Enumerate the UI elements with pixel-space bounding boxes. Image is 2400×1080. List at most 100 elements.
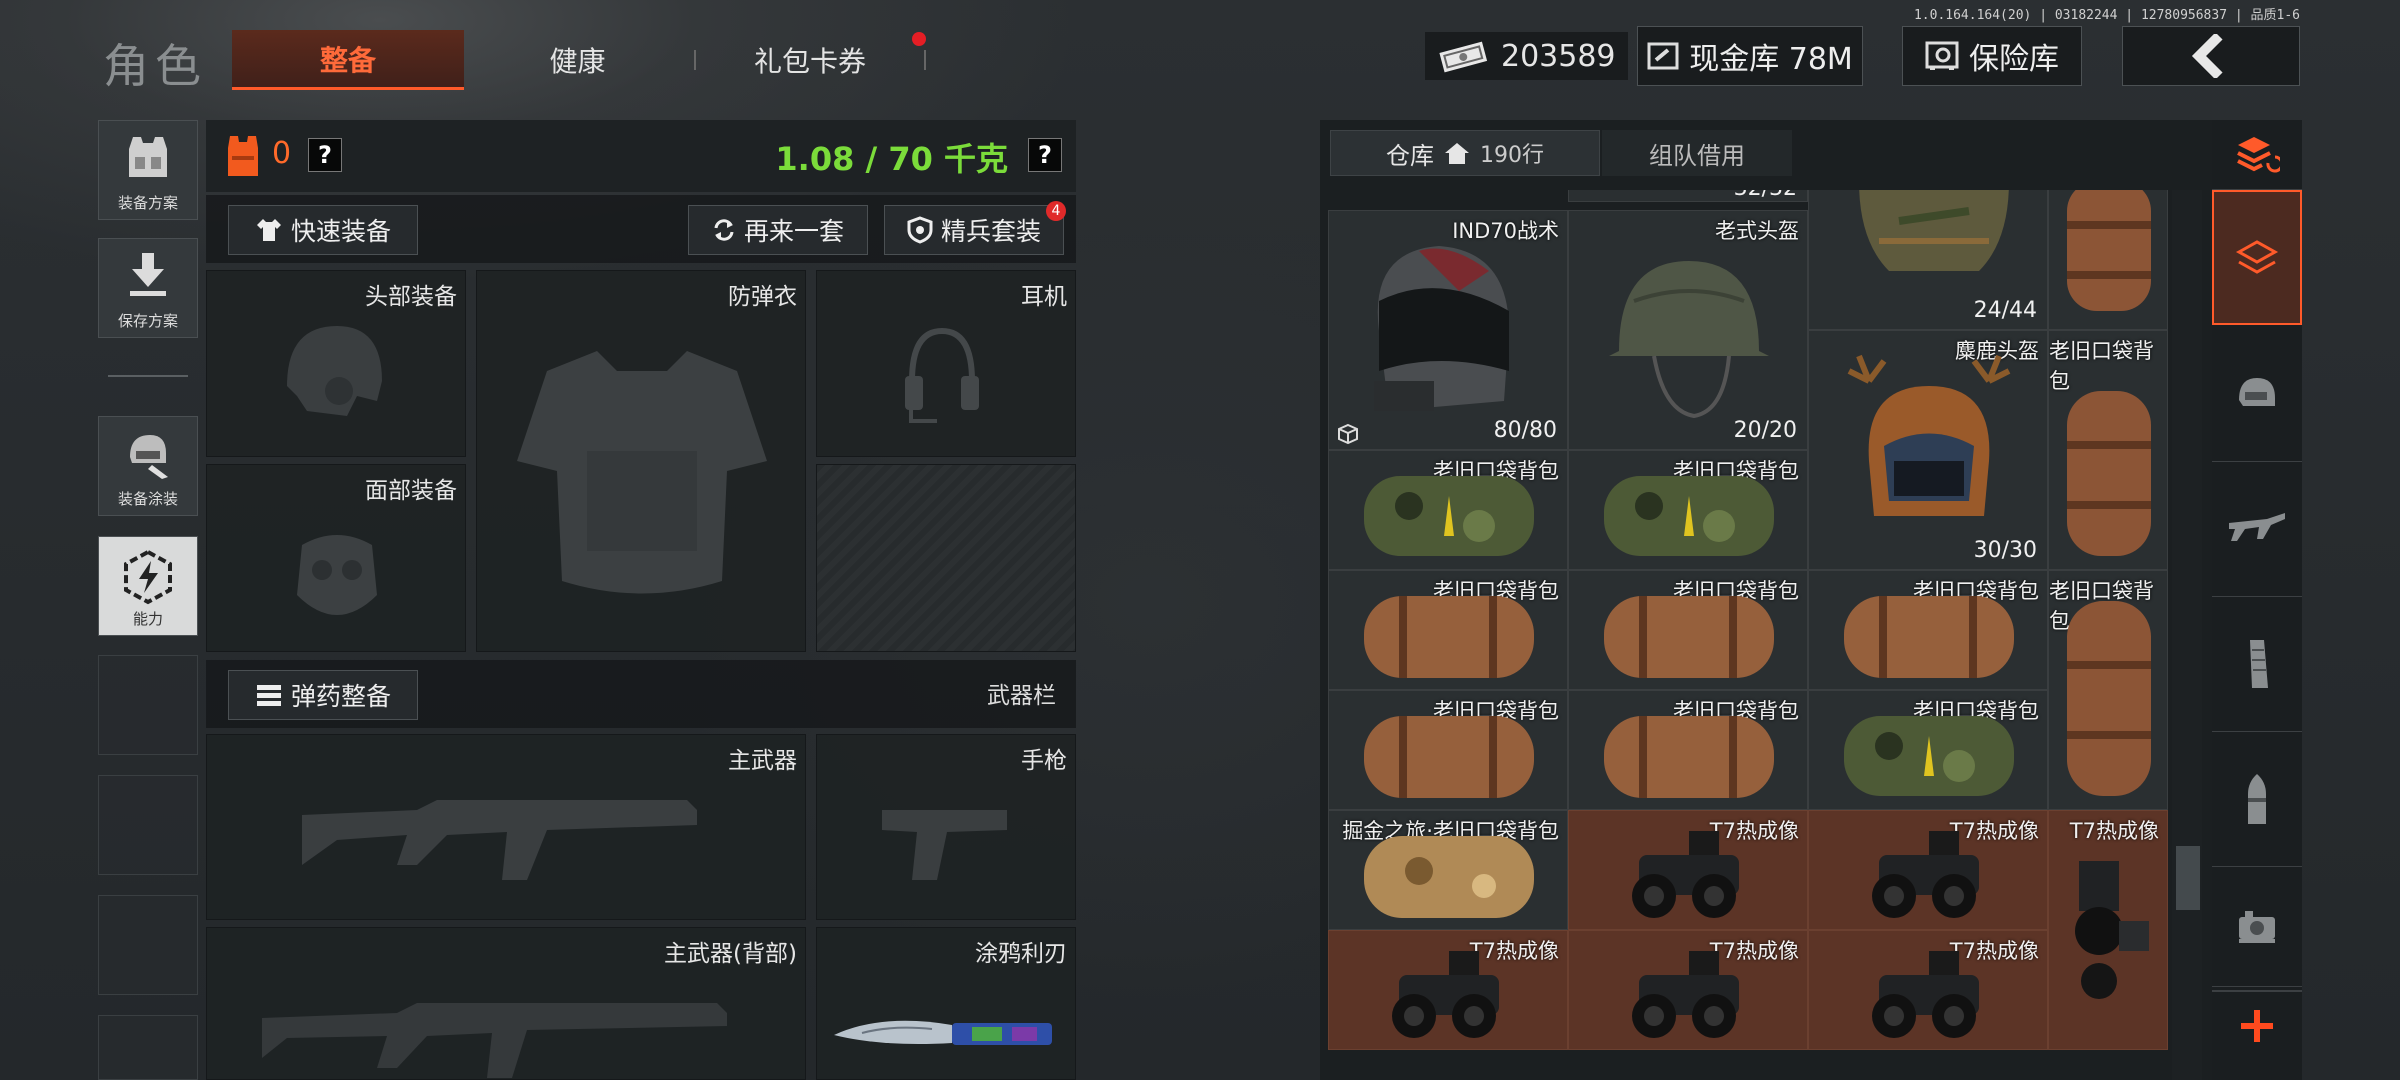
item-cell[interactable]: IND70战术 80/80 bbox=[1328, 210, 1568, 450]
item-cell[interactable]: 24/44 bbox=[1808, 190, 2048, 330]
back-button[interactable] bbox=[2122, 26, 2300, 86]
currency-display: 203589 bbox=[1425, 32, 1628, 80]
ability-icon bbox=[124, 549, 172, 605]
thermal-scope-icon bbox=[1632, 951, 1739, 1038]
item-cell[interactable]: 老旧口袋背包 bbox=[1328, 690, 1568, 810]
thermal-scope-icon bbox=[2075, 861, 2149, 999]
item-cell[interactable]: 老旧口袋背包 bbox=[1808, 570, 2048, 690]
equipment-skin-button[interactable]: 装备涂装 bbox=[98, 416, 198, 516]
loadout-plan-button[interactable]: 装备方案 bbox=[98, 120, 198, 220]
tab-team-borrow[interactable]: 组队借用 bbox=[1602, 130, 1792, 176]
notification-dot bbox=[912, 32, 926, 46]
package-icon bbox=[1338, 423, 1358, 445]
item-cell[interactable]: T7热成像 bbox=[1808, 810, 2048, 930]
safe-box-button[interactable]: 保险库 bbox=[1902, 26, 2082, 86]
ammo-icon bbox=[256, 685, 281, 706]
camo-bag-icon bbox=[1844, 716, 2014, 796]
cash-vault-button[interactable]: 现金库 78M bbox=[1637, 26, 1863, 86]
primary-weapon-slot[interactable]: 主武器 bbox=[206, 734, 806, 920]
warehouse-rows: 190行 bbox=[1480, 143, 1544, 168]
loadout-status-bar: 0 ? 1.08 / 70 千克 ? bbox=[206, 120, 1076, 192]
head-gear-slot[interactable]: 头部装备 bbox=[206, 270, 466, 457]
filter-rifle-button[interactable] bbox=[2212, 462, 2302, 597]
tab-warehouse[interactable]: 仓库 190行 bbox=[1330, 130, 1600, 176]
help-button[interactable]: ? bbox=[308, 138, 342, 172]
vest-count: 0 bbox=[272, 136, 292, 171]
knife-slot[interactable]: 涂鸦利刃 bbox=[816, 927, 1076, 1080]
item-cell[interactable]: 老旧口袋背包 bbox=[1328, 450, 1568, 570]
slot-label: 主武器(背部) bbox=[664, 941, 797, 967]
item-cell[interactable]: 老旧口袋背包 bbox=[2048, 330, 2168, 570]
item-cell[interactable]: 老旧口袋背包 bbox=[1568, 690, 1808, 810]
slot-label: 面部装备 bbox=[365, 478, 457, 504]
warehouse-grid: 32/32 IND70战术 80/80 老式头盔 20/20 24/44 麋鹿头… bbox=[1328, 190, 2168, 1080]
stack-refresh-icon bbox=[2237, 136, 2280, 172]
slot-label: 防弹衣 bbox=[728, 284, 797, 310]
camo-bag-icon bbox=[1604, 476, 1774, 556]
add-button[interactable] bbox=[2212, 990, 2302, 1060]
orange-vest-icon bbox=[228, 136, 258, 176]
item-cell[interactable]: T7热成像 bbox=[1568, 810, 1808, 930]
refresh-layers-button[interactable] bbox=[2212, 120, 2302, 190]
item-cell[interactable]: 32/32 bbox=[1568, 190, 1808, 202]
item-cell[interactable]: 麋鹿头盔 30/30 bbox=[1808, 330, 2048, 570]
empty-nav-slot bbox=[98, 1015, 198, 1080]
elite-set-button[interactable]: 精兵套装 bbox=[884, 205, 1064, 255]
tall-bag-icon bbox=[2067, 391, 2151, 556]
item-cell[interactable]: T7热成像 bbox=[1808, 930, 2048, 1050]
tab-separator bbox=[924, 50, 926, 70]
currency-amount: 203589 bbox=[1501, 38, 1616, 74]
item-cell[interactable]: 老旧口袋背包 bbox=[1568, 570, 1808, 690]
ammo-prep-button[interactable]: 弹药整备 bbox=[228, 670, 418, 720]
item-cell[interactable]: T7热成像 bbox=[1568, 930, 1808, 1050]
elk-helmet-icon bbox=[1847, 354, 2011, 516]
safe-icon bbox=[1925, 41, 1959, 70]
camo-bag-icon bbox=[1364, 476, 1534, 556]
item-cell[interactable]: 老旧口袋背包 bbox=[1328, 570, 1568, 690]
item-cell[interactable]: 老旧口袋背包 bbox=[1808, 690, 2048, 810]
scrollbar-thumb[interactable] bbox=[2176, 846, 2200, 910]
pistol-silhouette-icon bbox=[882, 810, 1007, 880]
warehouse-scrollbar[interactable] bbox=[2172, 190, 2202, 1080]
bullet-filter-icon bbox=[2248, 774, 2266, 824]
face-gear-slot[interactable]: 面部装备 bbox=[206, 464, 466, 652]
back-arrow-icon bbox=[2191, 34, 2223, 78]
tab-equip[interactable]: 整备 bbox=[232, 30, 464, 90]
body-armor-slot[interactable]: 防弹衣 bbox=[476, 270, 806, 652]
nav-label: 装备方案 bbox=[117, 194, 178, 212]
brown-bag-icon bbox=[1604, 716, 1774, 798]
tab-health[interactable]: 健康 bbox=[470, 30, 685, 90]
headset-slot[interactable]: 耳机 bbox=[816, 270, 1076, 457]
filter-magazine-button[interactable] bbox=[2212, 597, 2302, 732]
ability-button[interactable]: 能力 bbox=[98, 536, 198, 636]
tall-bag-icon bbox=[2067, 190, 2151, 311]
item-count: 24/44 bbox=[1973, 298, 2037, 323]
item-cell[interactable]: 掘金之旅·老旧口袋背包 bbox=[1328, 810, 1568, 930]
save-plan-button[interactable]: 保存方案 bbox=[98, 238, 198, 338]
filter-ammo-button[interactable] bbox=[2212, 732, 2302, 867]
primary-weapon-back-slot[interactable]: 主武器(背部) bbox=[206, 927, 806, 1080]
again-set-button[interactable]: 再来一套 bbox=[688, 205, 868, 255]
empty-nav-slot bbox=[98, 655, 198, 755]
slot-label: 耳机 bbox=[1021, 284, 1067, 310]
quick-equip-label: 快速装备 bbox=[290, 217, 391, 246]
item-cell[interactable]: 老旧口袋背包 bbox=[2048, 570, 2168, 810]
tab-gift-coupons[interactable]: 礼包卡券 bbox=[700, 30, 920, 90]
all-items-icon bbox=[2235, 239, 2279, 274]
moto-helmet-icon bbox=[1374, 246, 1509, 411]
pistol-slot[interactable]: 手枪 bbox=[816, 734, 1076, 920]
weight-help-button[interactable]: ? bbox=[1028, 138, 1062, 172]
item-cell[interactable]: T7热成像 bbox=[1328, 930, 1568, 1050]
filter-helmet-button[interactable] bbox=[2212, 327, 2302, 462]
item-cell[interactable] bbox=[2048, 190, 2168, 330]
banknote-icon bbox=[1439, 41, 1488, 73]
page-title: 角色 bbox=[103, 39, 207, 93]
item-cell[interactable]: T7热成像 bbox=[2048, 810, 2168, 1050]
filter-scope-button[interactable] bbox=[2212, 867, 2302, 987]
item-cell[interactable]: 老旧口袋背包 bbox=[1568, 450, 1808, 570]
filter-all-button[interactable] bbox=[2212, 190, 2302, 325]
item-cell[interactable]: 老式头盔 20/20 bbox=[1568, 210, 1808, 450]
tall-bag-icon bbox=[2067, 601, 2151, 796]
ammo-prep-label: 弹药整备 bbox=[290, 682, 391, 711]
quick-equip-button[interactable]: 快速装备 bbox=[228, 205, 418, 255]
